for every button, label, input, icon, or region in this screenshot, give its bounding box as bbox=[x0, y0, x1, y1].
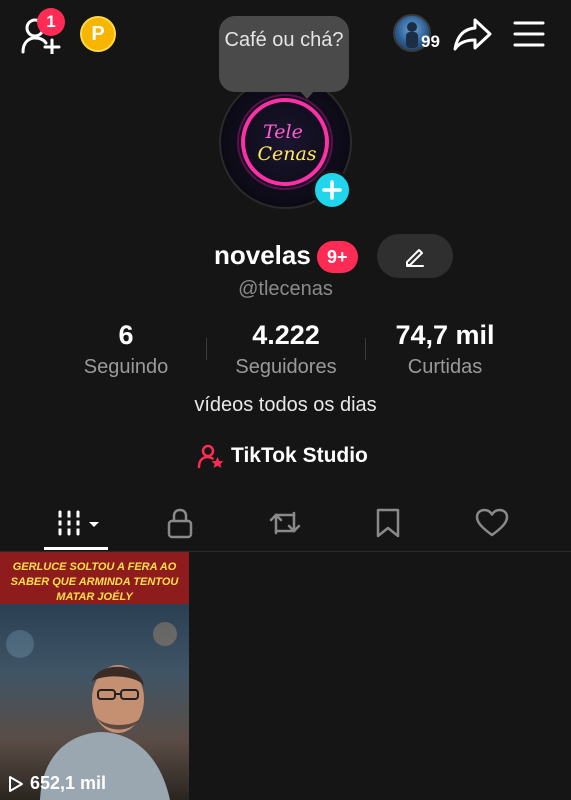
svg-text:Cenas: Cenas bbox=[257, 143, 316, 165]
stat-value: 6 bbox=[118, 320, 134, 350]
view-count-text: 652,1 mil bbox=[30, 773, 107, 793]
add-story-button[interactable] bbox=[312, 170, 352, 210]
stat-followers[interactable]: 4.222 Seguidores bbox=[206, 320, 366, 382]
tab-saved[interactable] bbox=[336, 495, 440, 550]
tooltip-tail bbox=[298, 89, 316, 99]
tab-reposts[interactable] bbox=[233, 495, 337, 550]
creator-icon bbox=[197, 444, 224, 469]
stat-likes[interactable]: 74,7 mil Curtidas bbox=[365, 320, 525, 382]
repost-icon bbox=[269, 511, 301, 534]
display-name: novelas bbox=[214, 240, 311, 270]
name-badge[interactable]: 9+ bbox=[317, 241, 358, 273]
stat-label: Seguindo bbox=[83, 356, 169, 378]
profile-tabs bbox=[0, 495, 571, 552]
lock-icon bbox=[167, 508, 193, 538]
menu-button[interactable] bbox=[513, 20, 545, 48]
stat-value: 74,7 mil bbox=[395, 320, 495, 350]
share-icon bbox=[453, 18, 492, 51]
bookmark-icon bbox=[376, 508, 400, 537]
studio-label: TikTok Studio bbox=[231, 444, 368, 467]
video-frame bbox=[0, 604, 189, 800]
notification-badge: 1 bbox=[37, 8, 65, 36]
username-handle: @tlecenas bbox=[238, 278, 333, 300]
hamburger-icon bbox=[513, 21, 545, 47]
pencil-icon bbox=[406, 249, 424, 267]
stat-label: Seguidores bbox=[235, 356, 337, 378]
heart-icon bbox=[475, 508, 509, 536]
profile-bio: vídeos todos os dias bbox=[194, 394, 377, 416]
status-tooltip[interactable]: Café ou chá? bbox=[219, 16, 349, 92]
tab-videos[interactable] bbox=[30, 495, 134, 550]
plus-icon bbox=[322, 180, 342, 200]
edit-profile-button[interactable] bbox=[377, 234, 453, 278]
tab-private[interactable] bbox=[128, 495, 232, 550]
tiktok-studio-link[interactable]: TikTok Studio bbox=[197, 440, 368, 472]
active-tab-indicator bbox=[44, 547, 108, 550]
video-caption: GERLUCE SOLTOU A FERA AO SABER QUE ARMIN… bbox=[10, 561, 179, 603]
view-count: 652,1 mil bbox=[8, 773, 106, 794]
stat-label: Curtidas bbox=[407, 356, 483, 378]
play-icon bbox=[9, 775, 23, 792]
tab-liked[interactable] bbox=[440, 495, 544, 550]
videos-grid-icon bbox=[57, 510, 99, 535]
stat-following[interactable]: 6 Seguindo bbox=[46, 320, 206, 382]
actor-illustration bbox=[6, 622, 177, 800]
stat-value: 4.222 bbox=[252, 320, 320, 350]
share-button[interactable] bbox=[453, 17, 493, 51]
story-count: 99 bbox=[421, 32, 440, 51]
video-thumbnail[interactable]: GERLUCE SOLTOU A FERA AO SABER QUE ARMIN… bbox=[0, 552, 189, 800]
coin-icon[interactable]: P bbox=[80, 16, 116, 52]
svg-text:Tele: Tele bbox=[263, 121, 303, 143]
